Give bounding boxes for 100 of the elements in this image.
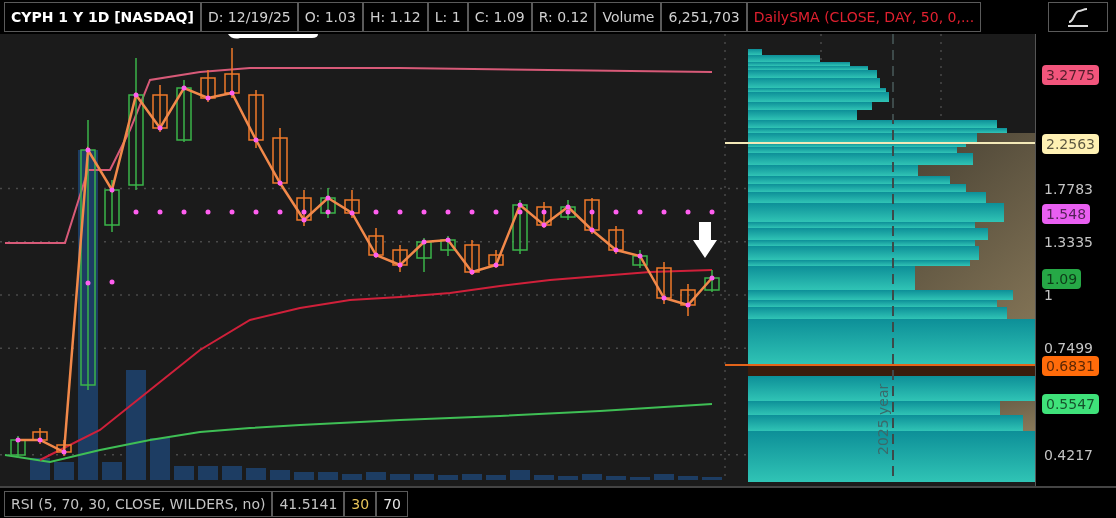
volume-bar [654,474,674,480]
volume-bar [534,475,554,480]
indicator-dot [205,95,211,101]
chart-style-icon[interactable] [1066,6,1090,28]
indicator-dot [709,209,715,215]
quote-field: 6,251,703 [661,2,747,32]
candle [608,225,624,255]
indicator-dot [133,92,139,98]
study-label: DailySMA (CLOSE, DAY, 50, 0,... [746,2,982,32]
volume-bar [390,474,410,480]
price-badge: 1.548 [1042,204,1091,225]
candle [104,179,120,233]
indicator-dot [229,209,235,215]
volume-bar [102,462,122,480]
price-badge: 0.5547 [1042,394,1099,414]
indicator-dot [421,239,427,245]
indicator-dot [181,209,187,215]
volume-bar [462,474,482,480]
candle [176,79,192,143]
indicator-dot [493,209,499,215]
price-axis-label: 1.3335 [1044,232,1093,251]
indicator-dot [301,217,307,223]
volume-bar [270,470,290,480]
symbol-title: CYPH 1 Y 1D [NASDAQ] [4,2,201,32]
candle [10,435,26,459]
indicator-dot [613,209,619,215]
candle [368,227,384,259]
candle [536,201,552,229]
indicator-dot [109,187,115,193]
candle [416,237,432,273]
indicator-dot [85,280,91,286]
indicator-dot [397,262,403,268]
volume-bar [414,474,434,480]
indicator-dot [253,137,259,143]
volume-bar [222,466,242,480]
indicator-dot [373,209,379,215]
price-badge: 3.2775 [1042,65,1099,86]
quote-field: C: 1.09 [467,2,532,32]
indicator-dot [541,222,547,228]
candle [272,127,288,187]
indicator-dot [589,209,595,215]
indicator-dot [445,209,451,215]
quote-field: L: 1 [427,2,468,32]
indicator-dot [15,437,21,443]
quote-field: H: 1.12 [362,2,428,32]
price-badge: 2.2563 [1042,134,1099,155]
indicator-dot [325,195,331,201]
indicator-dot [613,247,619,253]
indicator-dot [469,209,475,215]
candle [152,84,168,133]
volume-bar [678,476,698,480]
price-axis-label: 0.4217 [1044,445,1093,464]
volume-bar [294,472,314,480]
candle [32,427,48,445]
indicator-dot [157,125,163,131]
indicator-dot [493,262,499,268]
candle [680,283,696,317]
candle [224,47,240,99]
price-axis-label: 0.7499 [1044,339,1093,358]
price-badge: 1.09 [1042,269,1082,290]
indicator-dot [685,302,691,308]
candle [392,244,408,273]
volume-bar [366,472,386,480]
candle [488,249,504,269]
indicator-dot [157,209,163,215]
quote-field: Volume [595,2,662,32]
volume-bar [486,475,506,480]
indicator-dot [637,209,643,215]
indicator-dot [325,209,331,215]
indicator-dot [133,209,139,215]
quote-field: R: 0.12 [531,2,596,32]
volume-bar [582,474,602,480]
rsi-study-label: RSI (5, 70, 30, CLOSE, WILDERS, no) [4,491,273,517]
indicator-dot [229,90,235,96]
price-badge: 0.6831 [1042,355,1099,376]
candle [464,239,480,276]
indicator-dot [661,295,667,301]
indicator-dot [37,437,43,443]
down-arrow-icon [693,222,717,258]
indicator-dot [61,449,67,455]
volume-bar [510,470,530,480]
indicator-dot [589,227,595,233]
indicator-dot [277,180,283,186]
indicator-dot [349,210,355,216]
volume-bar [54,462,74,480]
indicator-dot [373,252,379,258]
indicator-dot [421,209,427,215]
candle [560,199,576,221]
indicator-dot [685,209,691,215]
indicator-dot [85,147,91,153]
volume-bar [198,466,218,480]
indicator-dot [181,85,187,91]
indicator-dot [253,209,259,215]
year-label: 2025 year [875,383,891,455]
candle [440,235,456,257]
indicator-dot [469,269,475,275]
volume-bar [174,466,194,480]
indicator-dot [445,237,451,243]
volume-bar [606,476,626,480]
rsi-level: 30 [344,491,377,517]
